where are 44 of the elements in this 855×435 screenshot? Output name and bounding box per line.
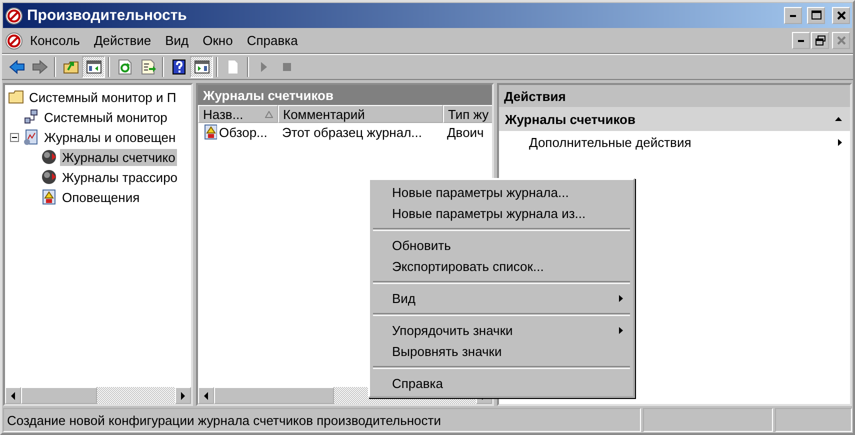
menu-item[interactable]: Новые параметры журнала из... — [372, 203, 631, 224]
menu-label: Новые параметры журнала из... — [392, 206, 586, 221]
section-title: Журналы счетчиков — [505, 112, 636, 126]
table-cell: Обзор... — [219, 124, 268, 140]
menu-item[interactable]: Выровнять значки — [372, 341, 631, 362]
menu-label: Обновить — [392, 238, 451, 253]
menu-item[interactable]: Упорядочить значки — [372, 320, 631, 341]
menu-label: Экспортировать список... — [392, 259, 544, 274]
menu-label: Справка — [392, 376, 443, 391]
menu-item[interactable]: Экспортировать список... — [372, 256, 631, 277]
column-header[interactable]: Тип жу — [443, 105, 492, 123]
tree-item[interactable]: Системный монитор и П — [27, 88, 178, 106]
tree-item[interactable]: Оповещения — [60, 188, 142, 206]
menu-item[interactable]: Консоль — [23, 31, 87, 50]
menu-label: Упорядочить значки — [392, 323, 513, 338]
tree-item[interactable]: Журналы счетчико — [60, 148, 178, 166]
menu-item[interactable]: Справка — [240, 31, 305, 50]
column-label: Комментарий — [283, 106, 365, 122]
menu-item[interactable]: Окно — [196, 31, 240, 50]
menu-label: Выровнять значки — [392, 344, 502, 359]
menu-item[interactable]: Действие — [86, 31, 158, 50]
menu-item[interactable]: Вид — [372, 288, 631, 309]
pane-title: Действия — [499, 85, 850, 107]
pane-title: Журналы счетчиков — [198, 85, 492, 105]
tree-item[interactable]: Системный монитор — [42, 108, 170, 126]
tree-item[interactable]: Журналы и оповещен — [42, 128, 178, 146]
action-label: Дополнительные действия — [529, 134, 692, 150]
section-header[interactable]: Журналы счетчиков — [499, 107, 850, 131]
column-header[interactable]: Назв... — [198, 105, 278, 123]
window-title: Производительность — [27, 7, 188, 24]
menu-item[interactable]: Новые параметры журнала... — [372, 182, 631, 203]
column-label: Тип жу — [448, 106, 489, 122]
table-cell: Этот образец журнал... — [282, 124, 422, 140]
action-item[interactable]: Дополнительные действия — [499, 131, 850, 153]
menu-item[interactable]: Справка — [372, 373, 631, 394]
column-header[interactable]: Комментарий — [278, 105, 443, 123]
status-text: Создание новой конфигурации журнала счетчиков производительности — [3, 408, 641, 432]
menu-label: Вид — [392, 291, 416, 306]
menu-item[interactable]: Обновить — [372, 235, 631, 256]
tree-item[interactable]: Журналы трассиро — [60, 168, 180, 186]
table-cell: Двоич — [447, 124, 484, 140]
menu-label: Новые параметры журнала... — [392, 185, 569, 200]
column-label: Назв... — [203, 106, 244, 122]
menu-item[interactable]: Вид — [158, 31, 196, 50]
